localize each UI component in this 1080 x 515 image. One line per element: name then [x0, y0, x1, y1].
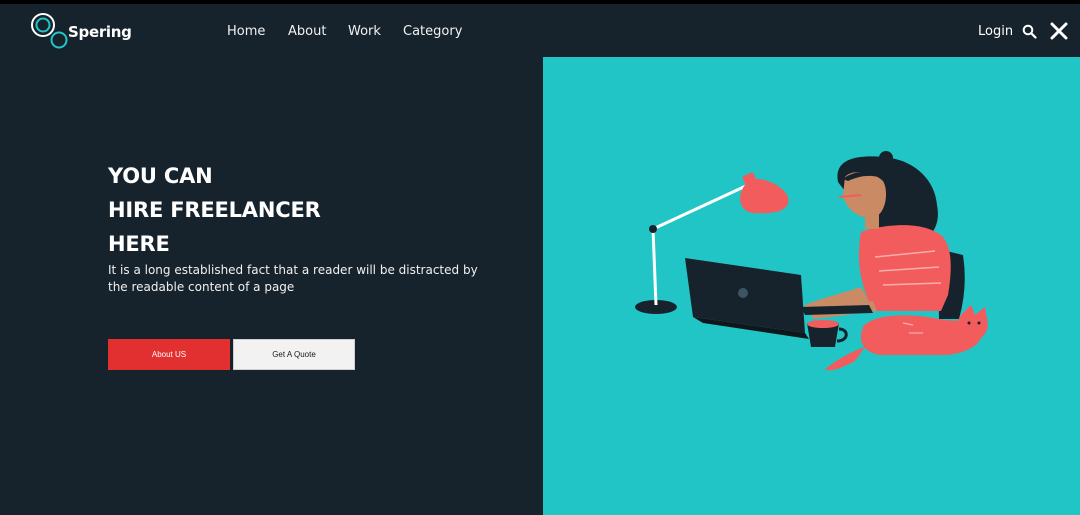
freelancer-illustration [635, 151, 988, 371]
hero-headline-line-3: HERE [108, 232, 170, 256]
get-a-quote-button[interactable]: Get A Quote [233, 339, 355, 370]
nav-work[interactable]: Work [348, 24, 381, 39]
nav-home[interactable]: Home [227, 24, 265, 39]
nav-about[interactable]: About [288, 24, 326, 39]
hero-headline-line-2: HIRE FREELANCER [108, 198, 321, 222]
about-us-button[interactable]: About US [108, 339, 230, 370]
hero-description: It is a long established fact that a rea… [108, 263, 478, 294]
brand-logo[interactable]: Spering [30, 12, 132, 52]
search-icon[interactable] [1022, 24, 1037, 39]
navbar: Spering Home About Work Category Login [0, 4, 1080, 57]
close-icon[interactable] [1050, 22, 1068, 40]
nav-category[interactable]: Category [403, 24, 462, 39]
coffee-cup-icon [807, 320, 848, 347]
hero-headline-line-1: YOU CAN [108, 164, 213, 188]
login-link[interactable]: Login [978, 24, 1013, 39]
hero-illustration-panel [543, 57, 1080, 515]
woman-figure [805, 151, 951, 319]
brand-name: Spering [68, 23, 132, 41]
cat-icon [825, 305, 988, 371]
rings-logo-icon [31, 13, 68, 49]
